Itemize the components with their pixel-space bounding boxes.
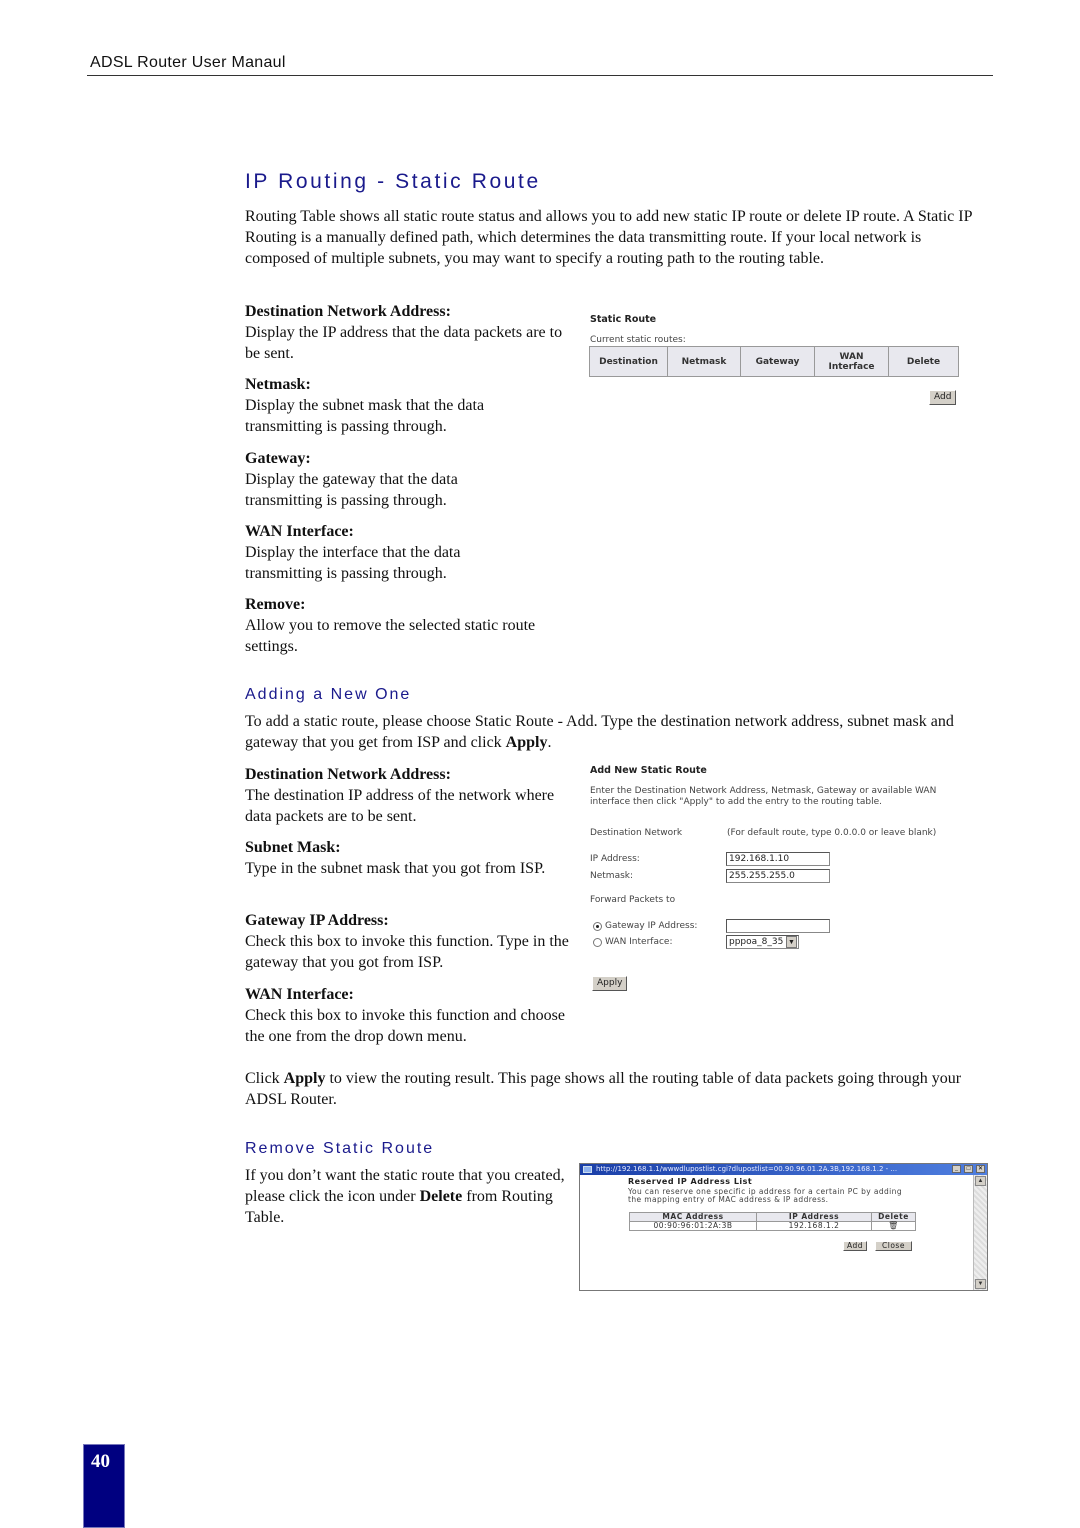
destination-network-hint: (For default route, type 0.0.0.0 or leav… [727,828,937,838]
field-label: Destination Network Address: [245,766,451,783]
field-desc: Type in the subnet mask that you got fro… [245,860,546,877]
field-desc: Check this box to invoke this function a… [245,1007,565,1045]
wan-interface-selected: pppoa_8_35 [729,937,784,947]
static-routes-table: Destination Netmask Gateway WAN Interfac… [589,346,959,377]
adding-intro-text: To add a static route, please choose Sta… [245,713,954,751]
table-row: 00:90:96:01:2A:3B 192.168.1.2 🗑 [629,1221,916,1231]
delete-emphasis: Delete [419,1188,463,1205]
add-field-wan-interface: WAN Interface: Check this box to invoke … [245,984,575,1047]
apply-button[interactable]: Apply [592,976,628,991]
field-label: Subnet Mask: [245,839,341,856]
page-number-tab: 40 [83,1444,125,1528]
apply-result-pre: Click [245,1070,284,1087]
static-route-subtitle: Current static routes: [590,335,686,345]
add-field-subnet-mask: Subnet Mask: Type in the subnet mask tha… [245,837,560,879]
wan-interface-radio-label: WAN Interface: [605,937,673,947]
column-destination: Destination [589,346,668,377]
section-title: IP Routing - Static Route [245,170,541,193]
field-gateway: Gateway: Display the gateway that the da… [245,448,505,511]
apply-emphasis: Apply [283,1070,326,1087]
popup-text: You can reserve one specific ip address … [628,1187,902,1204]
field-desc: Check this box to invoke this function. … [245,933,569,971]
close-icon[interactable]: ✕ [976,1165,985,1173]
reserved-ip-table: MAC Address IP Address Delete 00:90:96:0… [629,1212,916,1231]
field-desc: Display the gateway that the data transm… [245,471,458,509]
scroll-up-icon[interactable]: ▲ [975,1176,986,1186]
netmask-label: Netmask: [590,871,634,881]
add-screen-title: Add New Static Route [590,765,707,776]
remove-text: If you don’t want the static route that … [245,1165,565,1228]
column-wan-interface: WAN Interface [814,346,889,377]
field-netmask: Netmask: Display the subnet mask that th… [245,374,535,437]
column-netmask: Netmask [667,346,741,377]
add-field-destination: Destination Network Address: The destina… [245,764,565,827]
static-route-screen-title: Static Route [590,314,657,325]
field-label: Destination Network Address: [245,303,451,320]
remove-title: Remove Static Route [245,1140,435,1157]
field-label: Gateway IP Address: [245,912,389,929]
forward-packets-label: Forward Packets to [590,895,676,905]
netmask-input[interactable]: 255.255.255.0 [726,869,830,883]
field-remove: Remove: Allow you to remove the selected… [245,594,585,657]
add-screen-instructions: Enter the Destination Network Address, N… [590,786,937,807]
apply-emphasis: Apply [505,734,548,751]
field-label: WAN Interface: [245,523,354,540]
apply-result-text: Click Apply to view the routing result. … [245,1068,985,1110]
field-desc: Allow you to remove the selected static … [245,617,536,655]
table-header-row: Destination Netmask Gateway WAN Interfac… [589,346,959,377]
field-destination: Destination Network Address: Display the… [245,301,580,364]
mac-address-cell: 00:90:96:01:2A:3B [629,1221,757,1231]
ip-address-input[interactable]: 192.168.1.10 [726,852,830,866]
adding-title: Adding a New One [245,686,412,703]
browser-icon [583,1166,592,1173]
popup-close-button[interactable]: Close [875,1241,912,1251]
field-desc: Display the IP address that the data pac… [245,324,563,362]
scroll-down-icon[interactable]: ▼ [975,1279,986,1289]
gateway-ip-input[interactable] [726,919,830,933]
field-desc: Display the interface that the data tran… [245,544,461,582]
window-url: http://192.168.1.1/wwwdlupostlist.cgi?dl… [596,1165,898,1173]
ip-address-cell: 192.168.1.2 [756,1221,872,1231]
apply-result-post: to view the routing result. This page sh… [245,1070,962,1108]
column-delete: Delete [888,346,959,377]
vertical-scrollbar[interactable]: ▲ ▼ [973,1175,987,1290]
section-intro: Routing Table shows all static route sta… [245,208,972,267]
popup-title: Reserved IP Address List [628,1177,753,1186]
field-label: Gateway: [245,450,311,467]
adding-intro: To add a static route, please choose Sta… [245,711,985,753]
maximize-icon[interactable]: □ [964,1165,973,1173]
gateway-ip-radio[interactable] [593,922,602,931]
popup-add-button[interactable]: Add [843,1241,868,1251]
chevron-down-icon[interactable]: ▼ [786,936,797,948]
gateway-ip-radio-label: Gateway IP Address: [605,921,698,931]
field-wan-interface: WAN Interface: Display the interface tha… [245,521,505,584]
page-number: 40 [91,1451,110,1472]
minimize-icon[interactable]: _ [952,1165,961,1173]
field-label: Netmask: [245,376,311,393]
field-label: WAN Interface: [245,986,354,1003]
destination-network-label: Destination Network [590,828,683,838]
window-title-bar: http://192.168.1.1/wwwdlupostlist.cgi?dl… [580,1164,987,1175]
manual-header-title: ADSL Router User Manaul [90,54,286,71]
header-divider [87,75,993,76]
trash-icon[interactable]: 🗑 [888,1221,899,1230]
adding-intro-end: . [547,734,552,751]
column-gateway: Gateway [740,346,815,377]
field-label: Remove: [245,596,306,613]
field-desc: Display the subnet mask that the data tr… [245,397,485,435]
delete-cell[interactable]: 🗑 [871,1221,916,1231]
ip-address-label: IP Address: [590,854,640,864]
wan-interface-radio[interactable] [593,938,602,947]
add-field-gateway-ip: Gateway IP Address: Check this box to in… [245,910,575,973]
field-desc: The destination IP address of the networ… [245,787,555,825]
add-route-button[interactable]: Add [929,390,957,405]
